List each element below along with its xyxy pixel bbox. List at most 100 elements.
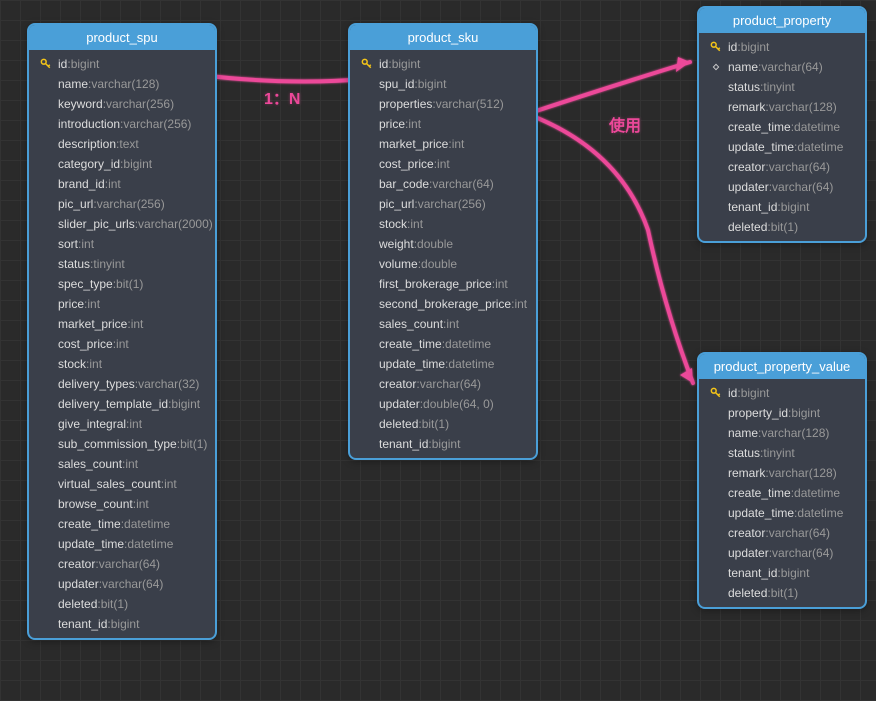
table-property[interactable]: product_property id: bigintname: varchar(… [697, 6, 867, 243]
table-row[interactable]: market_price: int [350, 134, 536, 154]
table-row[interactable]: id: bigint [350, 54, 536, 74]
table-row[interactable]: creator: varchar(64) [699, 157, 865, 177]
table-row[interactable]: second_brokerage_price: int [350, 294, 536, 314]
table-row[interactable]: id: bigint [699, 383, 865, 403]
blank-icon [709, 566, 723, 580]
table-row[interactable]: creator: varchar(64) [29, 554, 215, 574]
table-row[interactable]: remark: varchar(128) [699, 97, 865, 117]
table-row[interactable]: sales_count: int [29, 454, 215, 474]
table-row[interactable]: virtual_sales_count: int [29, 474, 215, 494]
table-row[interactable]: sub_commission_type: bit(1) [29, 434, 215, 454]
table-row[interactable]: cost_price: int [350, 154, 536, 174]
field-type: bit(1) [180, 436, 207, 452]
table-row[interactable]: id: bigint [29, 54, 215, 74]
field-name: status [58, 256, 90, 272]
table-row[interactable]: delivery_template_id: bigint [29, 394, 215, 414]
table-row[interactable]: deleted: bit(1) [699, 217, 865, 237]
table-row[interactable]: sales_count: int [350, 314, 536, 334]
table-row[interactable]: updater: varchar(64) [699, 543, 865, 563]
field-type: varchar(128) [769, 99, 837, 115]
field-type: int [116, 336, 129, 352]
table-property_value[interactable]: product_property_value id: bigintproperty… [697, 352, 867, 609]
field-name: sub_commission_type [58, 436, 177, 452]
table-row[interactable]: create_time: datetime [29, 514, 215, 534]
table-row[interactable]: pic_url: varchar(256) [29, 194, 215, 214]
table-row[interactable]: bar_code: varchar(64) [350, 174, 536, 194]
blank-icon [709, 586, 723, 600]
field-type: bit(1) [422, 416, 449, 432]
field-name: id [58, 56, 67, 72]
table-row[interactable]: id: bigint [699, 37, 865, 57]
table-row[interactable]: creator: varchar(64) [699, 523, 865, 543]
table-spu[interactable]: product_spu id: bigintname: varchar(128)k… [27, 23, 217, 640]
table-row[interactable]: spec_type: bit(1) [29, 274, 215, 294]
table-row[interactable]: stock: int [350, 214, 536, 234]
table-row[interactable]: updater: varchar(64) [699, 177, 865, 197]
table-row[interactable]: update_time: datetime [699, 137, 865, 157]
table-row[interactable]: status: tinyint [699, 77, 865, 97]
blank-icon [709, 506, 723, 520]
field-type: varchar(256) [123, 116, 191, 132]
table-header[interactable]: product_sku [350, 25, 536, 50]
table-row[interactable]: price: int [29, 294, 215, 314]
table-row[interactable]: category_id: bigint [29, 154, 215, 174]
table-row[interactable]: creator: varchar(64) [350, 374, 536, 394]
table-row[interactable]: deleted: bit(1) [350, 414, 536, 434]
table-row[interactable]: first_brokerage_price: int [350, 274, 536, 294]
table-row[interactable]: tenant_id: bigint [350, 434, 536, 454]
table-row[interactable]: slider_pic_urls: varchar(2000) [29, 214, 215, 234]
table-row[interactable]: brand_id: int [29, 174, 215, 194]
table-header[interactable]: product_property_value [699, 354, 865, 379]
table-row[interactable]: status: tinyint [699, 443, 865, 463]
table-row[interactable]: deleted: bit(1) [29, 594, 215, 614]
table-row[interactable]: weight: double [350, 234, 536, 254]
table-row[interactable]: give_integral: int [29, 414, 215, 434]
table-row[interactable]: tenant_id: bigint [29, 614, 215, 634]
field-type: double [417, 236, 453, 252]
table-row[interactable]: tenant_id: bigint [699, 197, 865, 217]
field-type: datetime [794, 119, 840, 135]
field-name: bar_code [379, 176, 429, 192]
field-name: creator [58, 556, 95, 572]
table-row[interactable]: stock: int [29, 354, 215, 374]
table-row[interactable]: remark: varchar(128) [699, 463, 865, 483]
table-row[interactable]: name: varchar(128) [699, 423, 865, 443]
table-row[interactable]: status: tinyint [29, 254, 215, 274]
field-type: int [136, 496, 149, 512]
table-row[interactable]: create_time: datetime [699, 483, 865, 503]
table-row[interactable]: create_time: datetime [699, 117, 865, 137]
field-type: bigint [418, 76, 447, 92]
table-row[interactable]: updater: double(64, 0) [350, 394, 536, 414]
table-row[interactable]: deleted: bit(1) [699, 583, 865, 603]
table-row[interactable]: spu_id: bigint [350, 74, 536, 94]
table-sku[interactable]: product_sku id: bigintspu_id: bigintprope… [348, 23, 538, 460]
table-header[interactable]: product_property [699, 8, 865, 33]
table-row[interactable]: price: int [350, 114, 536, 134]
table-row[interactable]: introduction: varchar(256) [29, 114, 215, 134]
table-row[interactable]: name: varchar(128) [29, 74, 215, 94]
table-row[interactable]: updater: varchar(64) [29, 574, 215, 594]
table-row[interactable]: keyword: varchar(256) [29, 94, 215, 114]
table-row[interactable]: cost_price: int [29, 334, 215, 354]
field-type: double(64, 0) [423, 396, 494, 412]
table-row[interactable]: property_id: bigint [699, 403, 865, 423]
table-row[interactable]: update_time: datetime [350, 354, 536, 374]
field-name: sales_count [58, 456, 122, 472]
table-row[interactable]: delivery_types: varchar(32) [29, 374, 215, 394]
table-row[interactable]: sort: int [29, 234, 215, 254]
blank-icon [709, 546, 723, 560]
table-row[interactable]: description: text [29, 134, 215, 154]
table-row[interactable]: update_time: datetime [29, 534, 215, 554]
blank-icon [709, 160, 723, 174]
table-row[interactable]: volume: double [350, 254, 536, 274]
table-row[interactable]: pic_url: varchar(256) [350, 194, 536, 214]
table-row[interactable]: properties: varchar(512) [350, 94, 536, 114]
table-row[interactable]: update_time: datetime [699, 503, 865, 523]
table-row[interactable]: market_price: int [29, 314, 215, 334]
table-row[interactable]: name: varchar(64) [699, 57, 865, 77]
table-header[interactable]: product_spu [29, 25, 215, 50]
table-row[interactable]: tenant_id: bigint [699, 563, 865, 583]
table-row[interactable]: browse_count: int [29, 494, 215, 514]
table-row[interactable]: create_time: datetime [350, 334, 536, 354]
field-name: creator [728, 525, 765, 541]
